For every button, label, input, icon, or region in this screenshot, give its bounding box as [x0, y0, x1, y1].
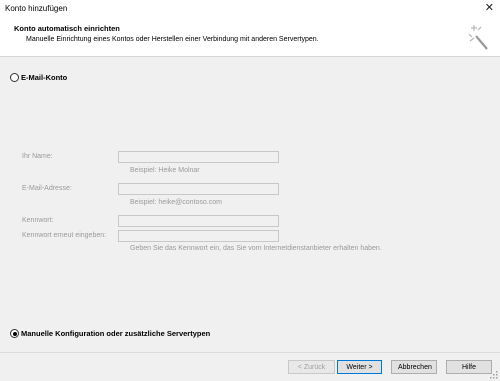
- name-field[interactable]: [118, 151, 279, 163]
- password-repeat-field[interactable]: [118, 230, 279, 242]
- name-hint: Beispiel: Heike Molnar: [130, 167, 200, 174]
- help-button[interactable]: Hilfe: [446, 360, 492, 374]
- wizard-sparkle-icon: [468, 25, 488, 50]
- next-button[interactable]: Weiter >: [337, 360, 382, 374]
- email-hint: Beispiel: heike@contoso.com: [130, 199, 222, 206]
- email-field[interactable]: [118, 183, 279, 195]
- email-account-radio[interactable]: [10, 73, 19, 82]
- manual-config-radio[interactable]: [10, 329, 19, 338]
- email-label: E-Mail-Adresse:: [22, 185, 72, 192]
- name-label: Ihr Name:: [22, 153, 53, 160]
- manual-config-label[interactable]: Manuelle Konfiguration oder zusätzliche …: [21, 329, 210, 338]
- header-subtitle: Manuelle Einrichtung eines Kontos oder H…: [26, 36, 319, 43]
- email-account-label[interactable]: E-Mail-Konto: [21, 73, 67, 82]
- title-bar: Konto hinzufügen ✕: [0, 0, 500, 17]
- password-hint: Geben Sie das Kennwort ein, das Sie vom …: [130, 245, 382, 252]
- header-title: Konto automatisch einrichten: [14, 24, 120, 33]
- window-title: Konto hinzufügen: [5, 4, 68, 13]
- footer-divider: [0, 352, 500, 353]
- password-repeat-label: Kennwort erneut eingeben:: [22, 232, 107, 239]
- cancel-button[interactable]: Abbrechen: [391, 360, 437, 374]
- resize-grip-icon[interactable]: [490, 371, 498, 379]
- back-button[interactable]: < Zurück: [288, 360, 335, 374]
- password-field[interactable]: [118, 215, 279, 227]
- password-label: Kennwort:: [22, 217, 54, 224]
- close-icon[interactable]: ✕: [485, 2, 494, 14]
- wizard-header: Konto automatisch einrichten Manuelle Ei…: [0, 17, 500, 57]
